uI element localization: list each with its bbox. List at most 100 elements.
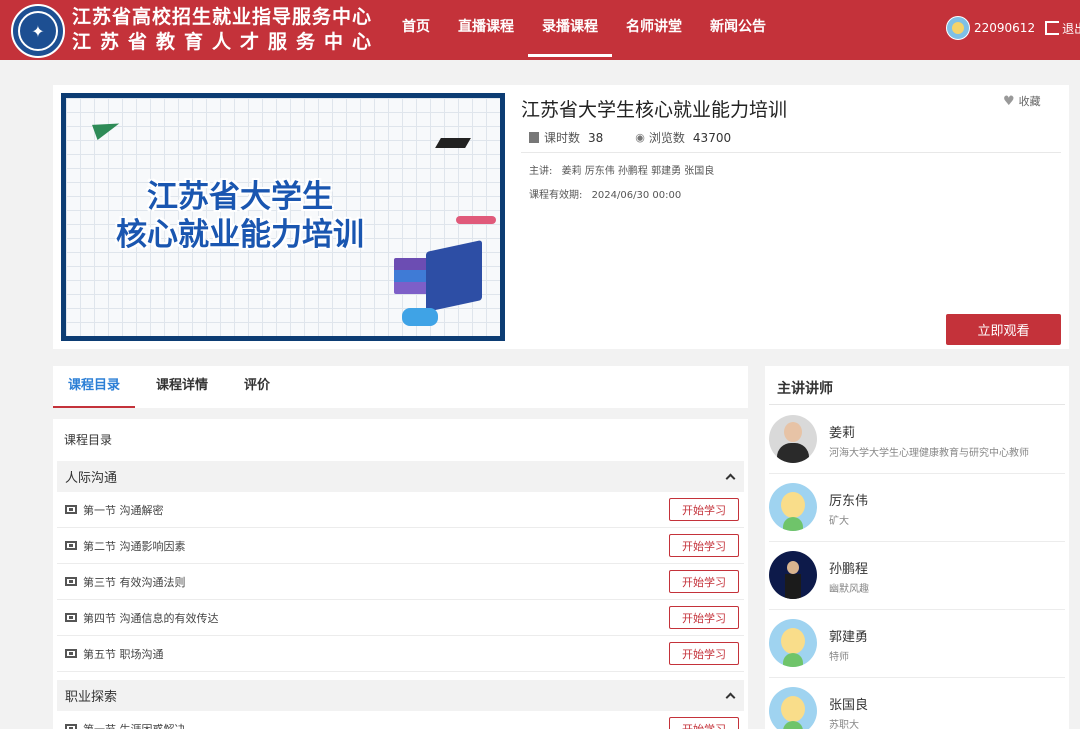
brand-title: 江苏省高校招生就业指导服务中心 江苏省教育人才服务中心	[72, 5, 380, 55]
nav-home[interactable]: 首页	[388, 0, 444, 57]
cover-image: 江苏省大学生 核心就业能力培训	[66, 98, 500, 336]
teacher-item[interactable]: 张国良 苏职大	[769, 678, 1065, 729]
lesson-row: 第一节 沟通解密 开始学习	[57, 492, 744, 528]
video-icon	[65, 541, 77, 550]
course-card: 江苏省大学生 核心就业能力培训 江苏省大学生核心就业能力培训 ♥ 收藏 课时数 …	[53, 85, 1069, 349]
teachers-panel: 主讲讲师 姜莉 河海大学大学生心理健康教育与研究中心教师 厉东伟 矿大 孙鹏程 …	[765, 366, 1069, 729]
main-nav: 首页 直播课程 录播课程 名师讲堂 新闻公告	[388, 0, 780, 60]
views-count: 43700	[692, 130, 732, 145]
logout-button[interactable]: 退出系	[1045, 20, 1080, 37]
brand-line-2: 江苏省教育人才服务中心	[72, 31, 381, 53]
course-tabs: 课程目录 课程详情 评价	[53, 366, 748, 408]
user-area: 22090612 退出系	[946, 16, 1080, 40]
tab-details[interactable]: 课程详情	[141, 366, 223, 408]
chevron-up-icon[interactable]	[725, 692, 736, 703]
lecturers-row: 主讲: 姜莉 厉东伟 孙鹏程 郭建勇 张国良	[529, 162, 714, 177]
start-learning-button[interactable]: 开始学习	[669, 606, 739, 629]
teacher-desc: 矿大	[829, 516, 849, 527]
top-header: ✦ 江苏省高校招生就业指导服务中心 江苏省教育人才服务中心 首页 直播课程 录播…	[0, 0, 1080, 60]
logout-label: 退出系	[1062, 21, 1080, 36]
teacher-name[interactable]: 厉东伟	[829, 490, 868, 509]
logo-emblem: ✦	[18, 11, 58, 51]
lesson-title[interactable]: 第五节 职场沟通	[83, 646, 164, 662]
section-header[interactable]: 职业探索	[57, 680, 744, 711]
pad-illustration	[402, 308, 438, 326]
course-title: 江苏省大学生核心就业能力培训	[521, 99, 788, 121]
lesson-count-icon	[529, 132, 539, 143]
start-learning-button[interactable]: 开始学习	[669, 717, 739, 729]
nav-masters-lecture[interactable]: 名师讲堂	[612, 0, 696, 57]
lesson-title[interactable]: 第一节 沟通解密	[83, 502, 164, 518]
cover-title: 江苏省大学生 核心就业能力培训	[90, 178, 390, 254]
nav-live-courses[interactable]: 直播课程	[444, 0, 528, 57]
teachers-divider	[769, 404, 1065, 405]
laptop-illustration	[426, 240, 482, 312]
teacher-avatar[interactable]	[769, 415, 817, 463]
tab-catalog[interactable]: 课程目录	[53, 366, 136, 408]
teachers-heading: 主讲讲师	[777, 381, 833, 397]
favorite-label: 收藏	[1018, 95, 1041, 108]
graduation-cap-icon	[435, 138, 471, 148]
teacher-name[interactable]: 郭建勇	[829, 626, 868, 645]
video-icon	[65, 505, 77, 514]
teacher-item[interactable]: 姜莉 河海大学大学生心理健康教育与研究中心教师	[769, 406, 1065, 474]
section-title: 人际沟通	[65, 471, 118, 486]
lesson-title[interactable]: 第三节 有效沟通法则	[83, 574, 186, 590]
views-label: 浏览数	[648, 131, 685, 145]
cover-title-line-1: 江苏省大学生	[147, 179, 333, 215]
favorite-button[interactable]: ♥ 收藏	[1003, 93, 1041, 109]
username[interactable]: 22090612	[974, 21, 1035, 35]
teacher-name[interactable]: 姜莉	[829, 422, 855, 441]
paper-plane-icon	[92, 116, 122, 140]
user-avatar-icon[interactable]	[946, 16, 970, 40]
video-icon	[65, 613, 77, 622]
course-catalog: 课程目录 人际沟通 第一节 沟通解密 开始学习 第二节 沟通影响因素 开始学习 …	[53, 419, 748, 729]
section-title: 职业探索	[65, 690, 118, 705]
video-icon	[65, 724, 77, 729]
video-icon	[65, 577, 77, 586]
course-meta: 课时数 38 ◉ 浏览数 43700	[529, 129, 731, 146]
section-header[interactable]: 人际沟通	[57, 461, 744, 492]
teacher-avatar[interactable]	[769, 687, 817, 729]
start-learning-button[interactable]: 开始学习	[669, 570, 739, 593]
lesson-title[interactable]: 第四节 沟通信息的有效传达	[83, 610, 219, 626]
lecturers-names: 姜莉 厉东伟 孙鹏程 郭建勇 张国良	[561, 166, 715, 177]
video-icon	[65, 649, 77, 658]
teacher-item[interactable]: 厉东伟 矿大	[769, 474, 1065, 542]
teacher-name[interactable]: 孙鹏程	[829, 558, 868, 577]
tab-reviews[interactable]: 评价	[229, 366, 285, 408]
lesson-row: 第三节 有效沟通法则 开始学习	[57, 564, 744, 600]
chevron-up-icon[interactable]	[725, 473, 736, 484]
start-learning-button[interactable]: 开始学习	[669, 534, 739, 557]
teacher-desc: 特师	[829, 652, 849, 663]
lecturers-label: 主讲:	[529, 166, 553, 177]
logo-icon[interactable]: ✦	[11, 4, 65, 58]
validity-label: 课程有效期:	[529, 190, 583, 201]
start-learning-button[interactable]: 开始学习	[669, 642, 739, 665]
cover-title-line-2: 核心就业能力培训	[116, 217, 364, 253]
heart-icon: ♥	[1003, 93, 1015, 109]
teacher-desc: 幽默风趣	[829, 584, 869, 595]
meta-divider	[521, 152, 1061, 153]
teacher-desc: 苏职大	[829, 720, 859, 729]
nav-news[interactable]: 新闻公告	[696, 0, 780, 57]
lesson-row: 第四节 沟通信息的有效传达 开始学习	[57, 600, 744, 636]
lesson-row: 第一节 生涯困惑解决 开始学习	[57, 711, 744, 729]
start-learning-button[interactable]: 开始学习	[669, 498, 739, 521]
teacher-item[interactable]: 孙鹏程 幽默风趣	[769, 542, 1065, 610]
validity-date: 2024/06/30 00:00	[591, 190, 682, 201]
teacher-avatar[interactable]	[769, 619, 817, 667]
teacher-avatar[interactable]	[769, 483, 817, 531]
lesson-title[interactable]: 第一节 生涯困惑解决	[83, 721, 186, 729]
watch-now-button[interactable]: 立即观看	[946, 314, 1061, 345]
catalog-heading: 课程目录	[64, 433, 113, 447]
lessons-count: 38	[588, 130, 604, 145]
teacher-item[interactable]: 郭建勇 特师	[769, 610, 1065, 678]
nav-recorded-courses[interactable]: 录播课程	[528, 0, 612, 57]
teacher-avatar[interactable]	[769, 551, 817, 599]
brand-line-1: 江苏省高校招生就业指导服务中心	[72, 6, 373, 28]
lessons-label: 课时数	[544, 131, 581, 145]
teacher-name[interactable]: 张国良	[829, 694, 868, 713]
drone-illustration	[456, 216, 496, 224]
lesson-title[interactable]: 第二节 沟通影响因素	[83, 538, 186, 554]
